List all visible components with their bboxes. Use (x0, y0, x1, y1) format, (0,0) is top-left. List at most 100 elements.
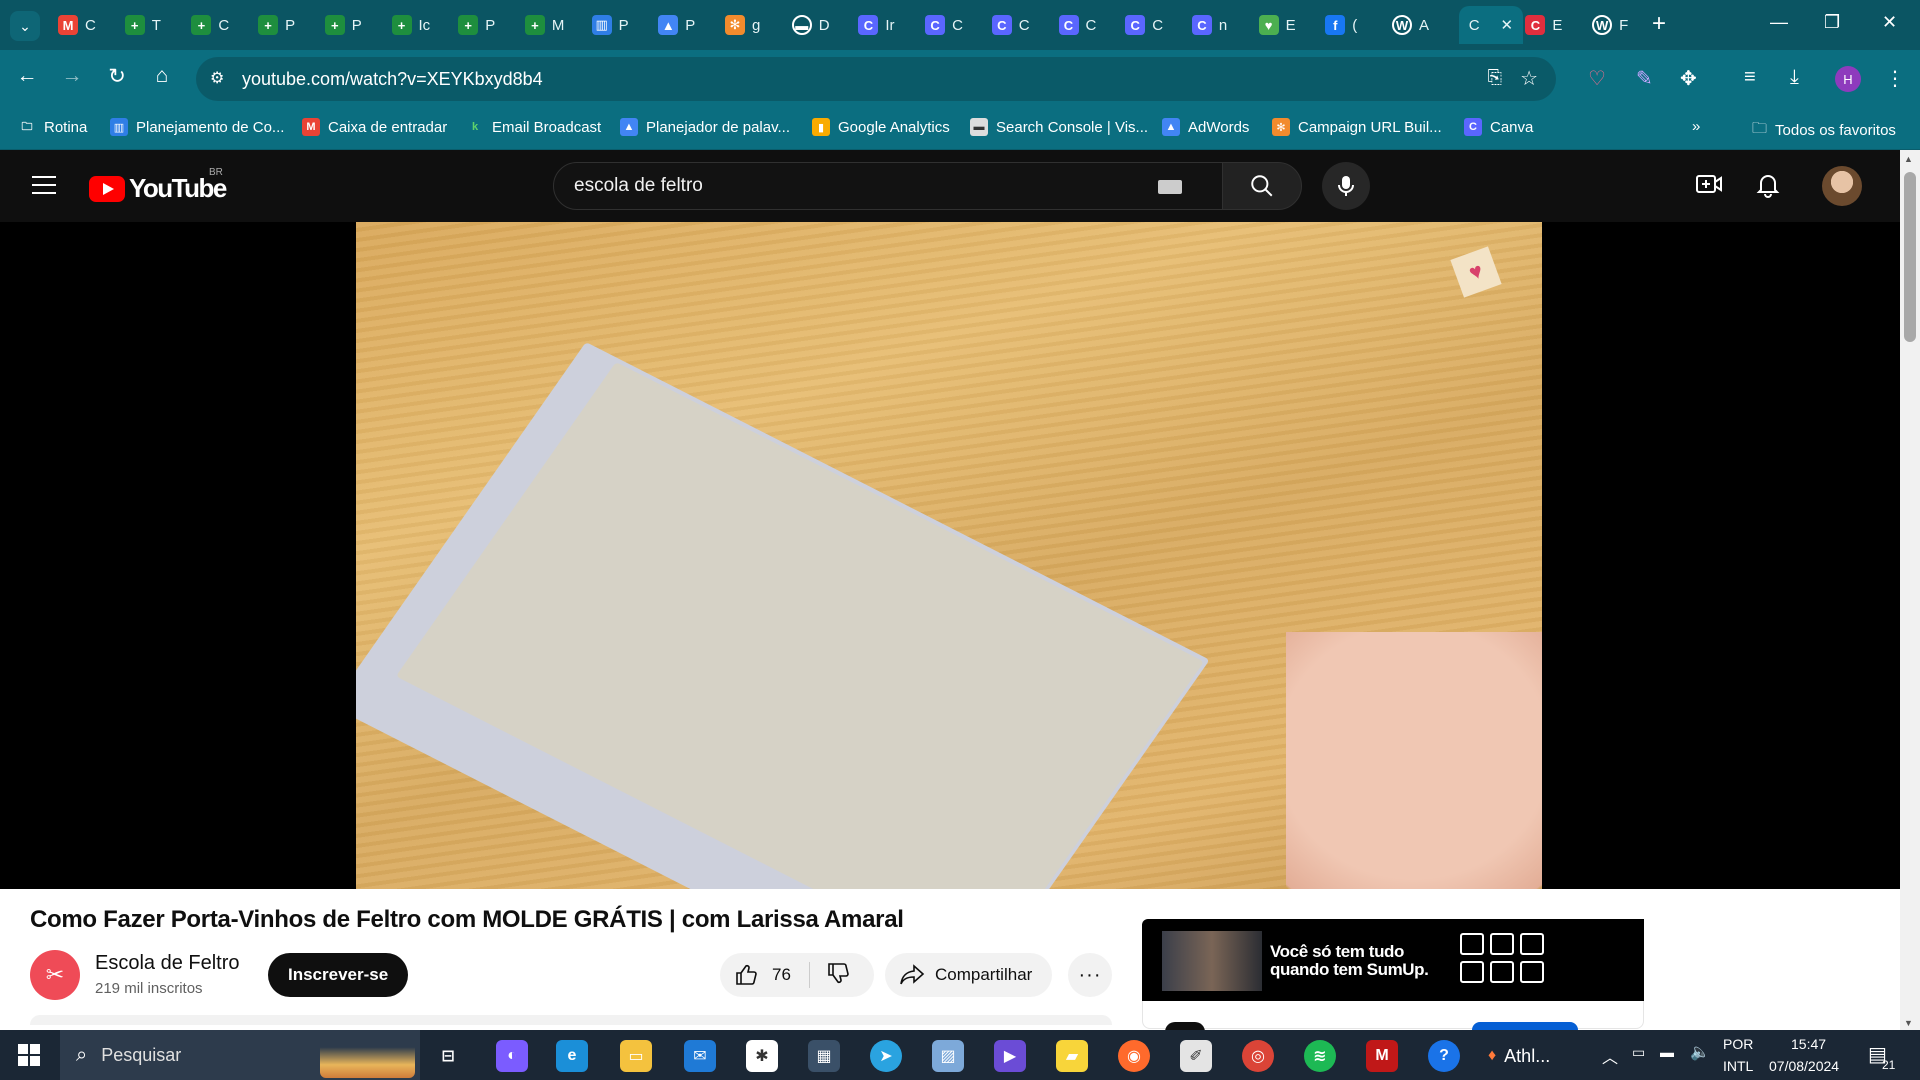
browser-tab[interactable]: MC (58, 6, 96, 44)
spotify-icon[interactable]: ≋ (1304, 1040, 1336, 1072)
windows-start-icon[interactable] (18, 1044, 40, 1066)
share-button[interactable]: Compartilhar (885, 953, 1053, 997)
clock-time[interactable]: 15:47 (1791, 1036, 1826, 1052)
chrome-icon[interactable]: ◎ (1242, 1040, 1274, 1072)
browser-tab[interactable]: ▬ D (791, 6, 830, 44)
all-bookmarks-folder[interactable]: 🗀 Todos os favoritos (1752, 118, 1896, 143)
pocket-icon[interactable]: ♡ (1588, 66, 1606, 91)
description-box[interactable] (30, 1015, 1112, 1025)
notifications-bell-icon[interactable] (1756, 172, 1780, 205)
bookmark-item[interactable]: ▲ AdWords (1162, 118, 1249, 136)
close-window-icon[interactable]: ✕ (1882, 12, 1897, 33)
paint-icon[interactable]: ✐ (1180, 1040, 1212, 1072)
bookmark-item[interactable]: ▥ Planejamento de Co... (110, 118, 284, 136)
browser-tab[interactable]: C ✕ (1458, 6, 1524, 44)
site-settings-icon[interactable]: ⚙ (210, 68, 224, 88)
close-tab-icon[interactable]: ✕ (1501, 16, 1514, 34)
youtube-logo[interactable]: YouTube BR (89, 167, 227, 204)
meet-now-icon[interactable]: ▭ (1632, 1044, 1645, 1061)
search-button[interactable] (1222, 162, 1302, 210)
browser-tab[interactable]: + P (258, 6, 295, 44)
video-frame[interactable]: ♥ (356, 222, 1542, 889)
browser-tab[interactable]: + T (124, 6, 161, 44)
browser-tab[interactable]: CC (1058, 6, 1096, 44)
sumup-ad-banner[interactable]: Você só tem tudo quando tem SumUp. (1142, 919, 1644, 1001)
slack-icon[interactable]: ✱ (746, 1040, 778, 1072)
help-icon[interactable]: ? (1428, 1040, 1460, 1072)
lang-bottom[interactable]: INTL (1723, 1058, 1753, 1074)
profile-avatar-icon[interactable]: H (1835, 66, 1861, 92)
browser-tab[interactable]: ▲ P (658, 6, 695, 44)
dislike-button[interactable] (810, 961, 850, 990)
bookmark-item[interactable]: ▲ Planejador de palav... (620, 118, 790, 136)
search-box[interactable] (553, 162, 1223, 210)
user-avatar[interactable] (1822, 166, 1862, 206)
bookmark-item[interactable]: 🗀 Rotina (18, 118, 88, 136)
more-actions-button[interactable]: ··· (1068, 953, 1112, 997)
forward-arrow-icon[interactable]: → (57, 64, 87, 88)
browser-tab[interactable]: CC (1125, 6, 1163, 44)
browser-tab[interactable]: + P (324, 6, 362, 44)
channel-name[interactable]: Escola de Feltro (95, 952, 240, 975)
mcafee-icon[interactable]: M (1366, 1040, 1398, 1072)
browser-tab[interactable]: ♥ E (1258, 6, 1296, 44)
extensions-puzzle-icon[interactable]: ✥ (1680, 66, 1697, 91)
media-control-icon[interactable]: ≡ (1744, 66, 1756, 89)
pen-extension-icon[interactable]: ✎ (1636, 66, 1653, 91)
browser-tab[interactable]: WF (1592, 6, 1628, 44)
firefox-icon[interactable]: ◉ (1118, 1040, 1150, 1072)
search-input[interactable] (574, 175, 1134, 197)
scroll-down-arrow-icon[interactable]: ▼ (1904, 1018, 1913, 1028)
create-video-icon[interactable] (1695, 172, 1723, 203)
bookmark-item[interactable]: M Caixa de entradar (302, 118, 447, 136)
video-player[interactable]: ♥ (0, 222, 1900, 889)
tab-search-dropdown[interactable]: ⌄ (10, 11, 40, 41)
reload-icon[interactable]: ↻ (102, 64, 132, 89)
minimize-icon[interactable]: — (1770, 12, 1788, 33)
subscribe-button[interactable]: Inscrever-se (268, 953, 409, 997)
browser-tab[interactable]: + P (458, 6, 495, 44)
sticky-notes-icon[interactable]: ▰ (1056, 1040, 1088, 1072)
bookmarks-overflow-icon[interactable]: » (1692, 118, 1700, 135)
browser-tab[interactable]: + Ic (391, 6, 430, 44)
file-explorer-icon[interactable]: ▭ (620, 1040, 652, 1072)
browser-tab[interactable]: Cn (1191, 6, 1227, 44)
copilot-icon[interactable]: ◐ (496, 1040, 528, 1072)
menu-hamburger-icon[interactable] (32, 176, 56, 194)
restore-icon[interactable]: ❐ (1824, 12, 1840, 33)
bookmark-star-icon[interactable]: ☆ (1520, 66, 1538, 91)
photos-icon[interactable]: ▨ (932, 1040, 964, 1072)
lang-top[interactable]: POR (1723, 1036, 1753, 1052)
taskbar-search[interactable]: ⌕ Pesquisar (60, 1030, 420, 1080)
download-icon[interactable]: ⤓ (1790, 66, 1799, 89)
telegram-icon[interactable]: ➤ (870, 1040, 902, 1072)
ad-cta-button[interactable] (1472, 1022, 1578, 1030)
calculator-icon[interactable]: ▦ (808, 1040, 840, 1072)
install-app-icon[interactable]: ⎘ (1488, 67, 1502, 88)
browser-tab[interactable]: ▥ P (591, 6, 629, 44)
browser-tab[interactable]: CE (1525, 6, 1562, 44)
browser-tab[interactable]: CC (925, 6, 963, 44)
scroll-up-arrow-icon[interactable]: ▲ (1904, 154, 1913, 164)
task-view-icon[interactable]: ⊟ (432, 1040, 464, 1072)
new-tab-plus-icon[interactable]: + (1652, 12, 1666, 36)
bookmark-item[interactable]: ▮ Google Analytics (812, 118, 950, 136)
omnibox[interactable]: ⚙ youtube.com/watch?v=XEYKbxyd8b4 ⎘ ☆ (196, 57, 1556, 101)
voice-search-button[interactable] (1322, 162, 1370, 210)
clock-date[interactable]: 07/08/2024 (1769, 1058, 1839, 1074)
back-arrow-icon[interactable]: ← (12, 64, 42, 88)
scrollbar-thumb[interactable] (1904, 172, 1916, 342)
volume-icon[interactable]: 🔈 (1690, 1042, 1710, 1062)
bookmark-item[interactable]: k Email Broadcast (466, 118, 601, 136)
browser-tab[interactable]: + M (524, 6, 564, 44)
keyboard-icon[interactable] (1158, 180, 1182, 194)
bookmark-item[interactable]: ▬ Search Console | Vis... (970, 118, 1148, 136)
battery-icon[interactable]: ▬ (1660, 1044, 1674, 1060)
home-icon[interactable]: ⌂ (147, 64, 177, 88)
taskbar-app-athl[interactable]: ♦ Athl... (1488, 1040, 1578, 1072)
channel-avatar[interactable]: ✂ (30, 950, 80, 1000)
like-button[interactable]: 76 (720, 962, 810, 988)
browser-tab[interactable]: CC (991, 6, 1030, 44)
browser-tab[interactable]: C Ir (858, 6, 895, 44)
browser-tab[interactable]: f( (1325, 6, 1357, 44)
